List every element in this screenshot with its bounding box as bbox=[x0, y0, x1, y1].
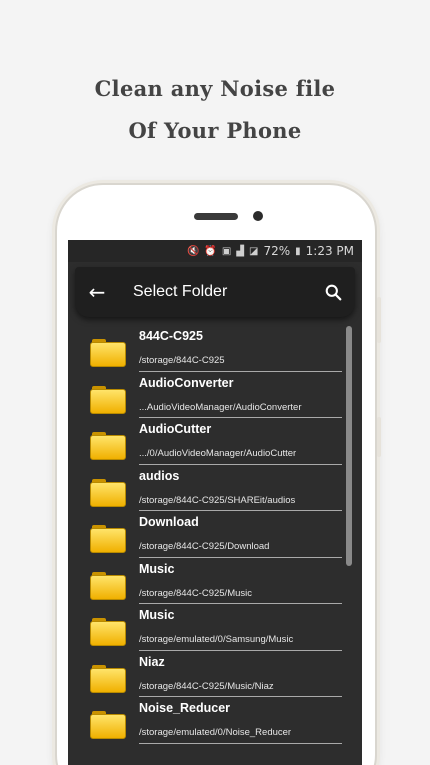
folder-icon bbox=[90, 478, 126, 507]
folder-name: AudioConverter bbox=[139, 375, 234, 390]
folder-list-item[interactable]: audios/storage/844C-C925/SHAREit/audios bbox=[68, 465, 362, 511]
folder-list-item[interactable]: Noise_Reducer/storage/emulated/0/Noise_R… bbox=[68, 697, 362, 744]
folder-icon bbox=[90, 339, 126, 367]
folder-path: ...AudioVideoManager/AudioConverter bbox=[139, 401, 302, 413]
folder-path: /storage/844C-C925/Music bbox=[139, 587, 252, 599]
folder-icon bbox=[90, 525, 126, 553]
app-screen: 🔇 ⏰ ▣ ▟ ◪ 72% ▮ 1:23 PM ← Select Folder … bbox=[68, 240, 362, 765]
folder-path: /storage/emulated/0/Noise_Reducer bbox=[139, 727, 292, 738]
clock: 1:23 PM bbox=[305, 244, 354, 258]
divider bbox=[139, 742, 342, 744]
folder-list-item[interactable]: Music/storage/844C-C925/Music bbox=[68, 558, 362, 604]
folder-name: Noise_Reducer bbox=[139, 701, 231, 715]
folder-icon bbox=[90, 711, 126, 739]
promo-headline-line1: Clean any Noise file bbox=[94, 76, 336, 101]
folder-path: .../0/AudioVideoManager/AudioCutter bbox=[139, 448, 297, 459]
page-title: Select Folder bbox=[133, 283, 228, 300]
folder-list-item[interactable]: Niaz/storage/844C-C925/Music/Niaz bbox=[68, 651, 362, 697]
folder-path: /storage/844C-C925/Music/Niaz bbox=[139, 680, 274, 692]
folder-list-item[interactable]: AudioConverter ...AudioVideoManager/Audio… bbox=[68, 372, 362, 418]
folder-icon bbox=[90, 618, 126, 646]
folder-path: /storage/844C-C925/SHAREit/audios bbox=[139, 494, 296, 506]
folder-list-item[interactable]: Download/storage/844C-C925/Download bbox=[68, 511, 362, 558]
folder-path: /storage/844C-C925 bbox=[139, 355, 225, 366]
signal-icon: ▟ bbox=[236, 245, 244, 257]
folder-name: 844C-C925 bbox=[139, 329, 203, 343]
folder-icon bbox=[90, 664, 126, 693]
folder-name: audios bbox=[139, 468, 180, 483]
arrow-left-icon[interactable]: ← bbox=[75, 280, 119, 304]
sim-icon: ▣ bbox=[221, 245, 232, 257]
battery-percent: 72% bbox=[263, 244, 291, 258]
phone-side-button bbox=[377, 417, 381, 457]
phone-speaker bbox=[194, 213, 238, 220]
mute-icon: 🔇 bbox=[186, 245, 200, 257]
promo-headline-line2: Of Your Phone bbox=[128, 118, 302, 143]
folder-list: 844C-C925/storage/844C-C925 AudioConverte… bbox=[68, 325, 362, 744]
battery-icon: ▮ bbox=[295, 245, 301, 257]
phone-side-button bbox=[377, 297, 381, 343]
folder-list-item[interactable]: 844C-C925/storage/844C-C925 bbox=[68, 325, 362, 372]
folder-list-item[interactable]: Music/storage/emulated/0/Samsung/Music bbox=[68, 604, 362, 651]
alarm-icon: ⏰ bbox=[204, 245, 217, 257]
folder-name: Music bbox=[139, 561, 175, 576]
phone-camera bbox=[253, 211, 263, 221]
folder-name: AudioCutter bbox=[139, 422, 212, 436]
folder-name: Music bbox=[139, 608, 175, 622]
signal-icon: ◪ bbox=[249, 245, 259, 257]
status-bar: 🔇 ⏰ ▣ ▟ ◪ 72% ▮ 1:23 PM bbox=[68, 240, 362, 262]
folder-list-item[interactable]: AudioCutter .../0/AudioVideoManager/Audio… bbox=[68, 418, 362, 465]
folder-icon bbox=[90, 432, 126, 460]
folder-path: /storage/844C-C925/Download bbox=[139, 541, 270, 552]
folder-icon bbox=[90, 385, 126, 414]
app-toolbar: ← Select Folder bbox=[75, 267, 355, 317]
folder-name: Download bbox=[139, 515, 199, 529]
folder-path: /storage/emulated/0/Samsung/Music bbox=[139, 634, 294, 645]
folder-icon bbox=[90, 571, 126, 600]
folder-name: Niaz bbox=[139, 654, 165, 669]
search-icon[interactable] bbox=[311, 284, 355, 301]
scrollbar[interactable] bbox=[346, 326, 352, 566]
